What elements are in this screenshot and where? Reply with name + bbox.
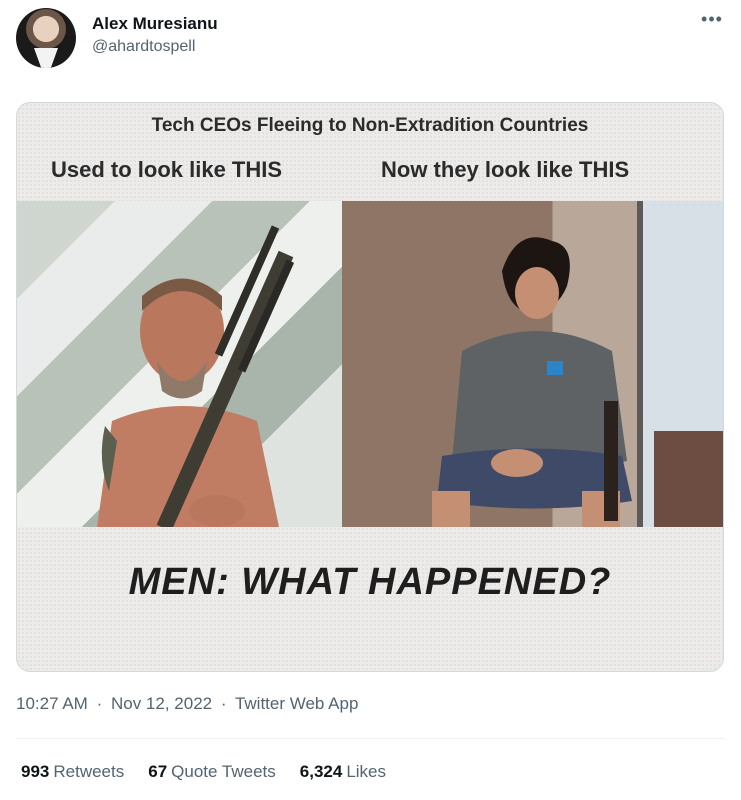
- quote-tweets-count: 67: [148, 762, 168, 781]
- meme-bottom-text: MEN: WHAT HAPPENED?: [128, 561, 612, 603]
- tweet-time[interactable]: 10:27 AM: [16, 694, 88, 713]
- meme-caption-left: Used to look like THIS: [51, 157, 283, 182]
- quote-tweets-label: Quote Tweets: [171, 762, 276, 781]
- tweet-date[interactable]: Nov 12, 2022: [111, 694, 212, 713]
- quote-tweets-stat[interactable]: 67 Quote Tweets: [148, 762, 276, 782]
- seated-man-illustration: [432, 201, 723, 527]
- retweets-stat[interactable]: 993 Retweets: [21, 762, 124, 782]
- meta-separator: ·: [220, 694, 227, 713]
- divider: [16, 738, 724, 739]
- meme-photo-left: [17, 201, 342, 527]
- tweet-header: Alex Muresianu @ahardtospell •••: [16, 8, 726, 68]
- retweets-label: Retweets: [53, 762, 125, 781]
- likes-stat[interactable]: 6,324 Likes: [300, 762, 386, 782]
- author-name[interactable]: Alex Muresianu: [92, 14, 218, 34]
- meta-separator: ·: [96, 694, 103, 713]
- meme-photo-right: [342, 201, 723, 527]
- likes-count: 6,324: [299, 762, 343, 781]
- tweet-stats: 993 Retweets 67 Quote Tweets 6,324 Likes: [21, 762, 386, 782]
- more-options-icon[interactable]: •••: [698, 10, 726, 32]
- author-handle[interactable]: @ahardtospell: [92, 38, 195, 56]
- tweet-media-image[interactable]: Tech CEOs Fleeing to Non-Extradition Cou…: [16, 102, 724, 672]
- meme-caption-right: Now they look like THIS: [381, 157, 630, 182]
- shirtless-man-with-shotgun-illustration: [97, 225, 295, 527]
- meme-title: Tech CEOs Fleeing to Non-Extradition Cou…: [151, 115, 589, 136]
- tweet-source[interactable]: Twitter Web App: [235, 694, 358, 713]
- likes-label: Likes: [346, 762, 386, 781]
- avatar[interactable]: [16, 8, 76, 68]
- tweet-meta: 10:27 AM · Nov 12, 2022 · Twitter Web Ap…: [16, 694, 362, 714]
- retweets-count: 993: [21, 762, 50, 781]
- avatar-shirt: [34, 48, 58, 68]
